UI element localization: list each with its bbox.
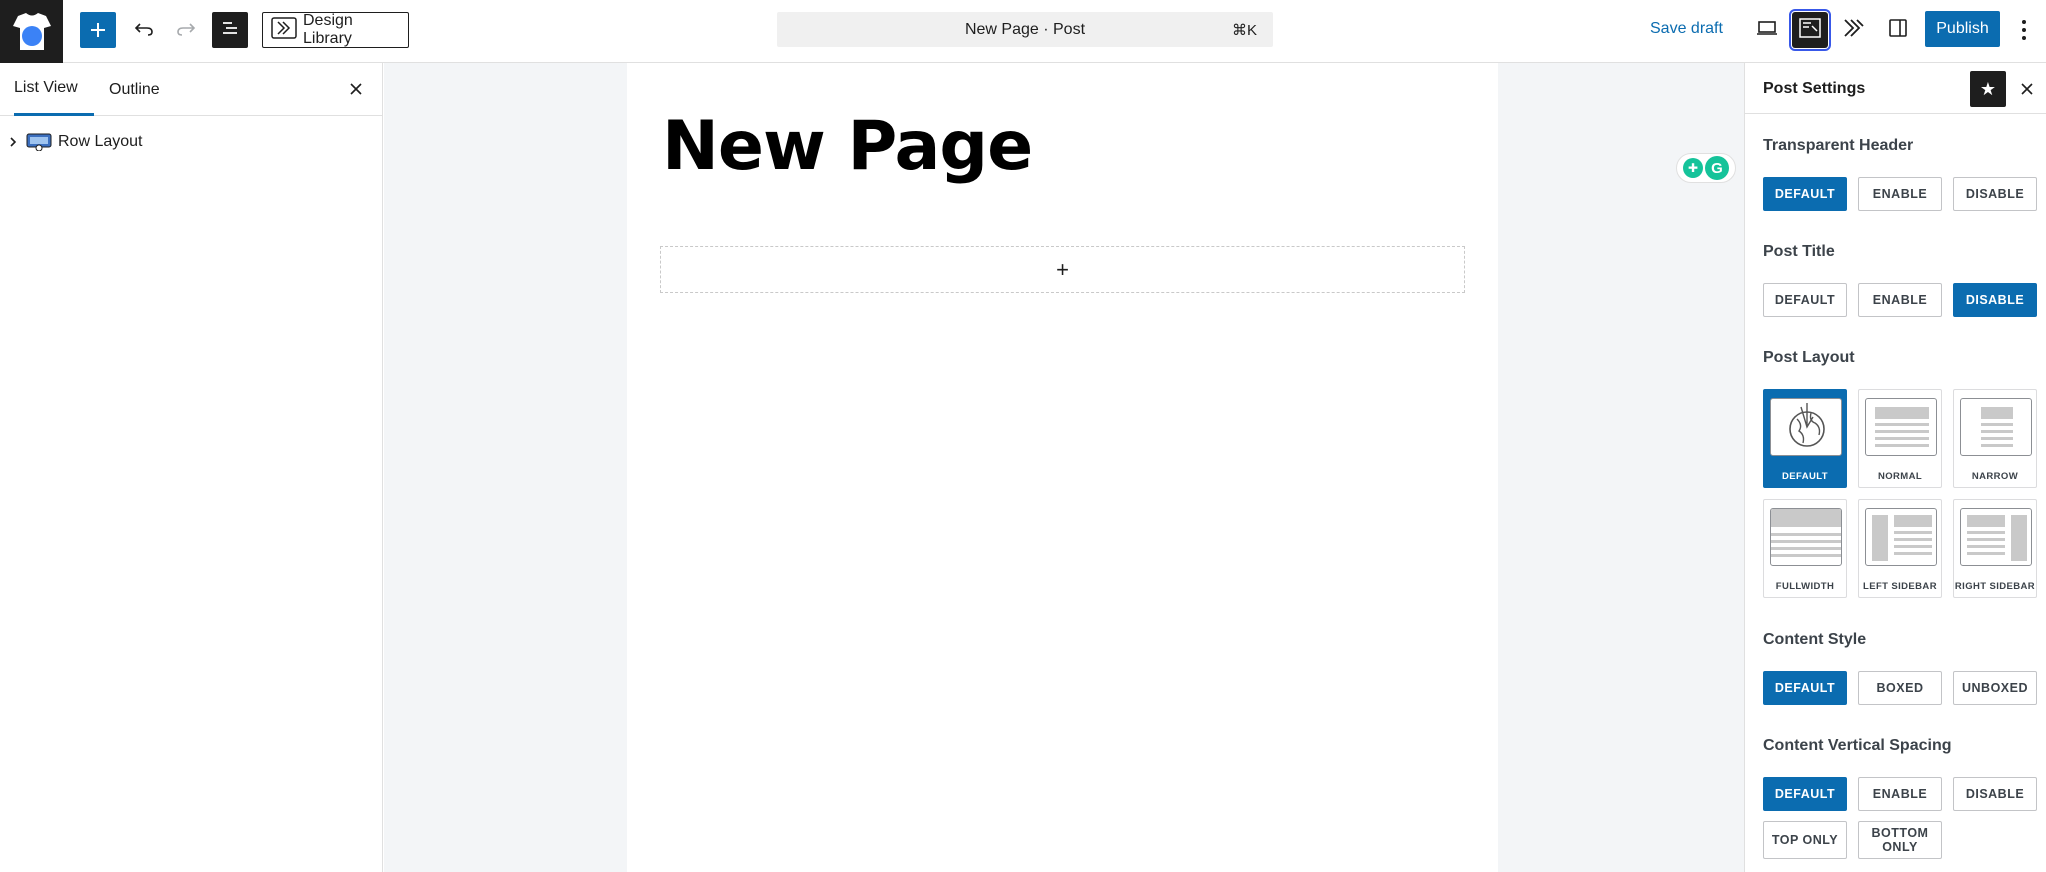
content-vertical-spacing-label: Content Vertical Spacing xyxy=(1763,737,1952,754)
document-title: New Page · Post xyxy=(964,20,1086,38)
kadence-blocks-button[interactable] xyxy=(1836,12,1872,48)
list-item[interactable]: Row Layout xyxy=(0,126,383,158)
sidebar-header: Post Settings ★ xyxy=(1745,63,2046,114)
tshirt-logo-icon xyxy=(10,10,54,54)
grammarly-icon: G xyxy=(1705,156,1729,180)
spacing-default-button[interactable]: DEFAULT xyxy=(1763,777,1847,811)
desktop-preview-button[interactable] xyxy=(1749,12,1785,48)
fullwidth-layout-icon xyxy=(1770,508,1842,566)
redo-button[interactable] xyxy=(168,12,204,48)
redo-icon xyxy=(176,18,196,43)
editor-toolbar: Design Library New Page · Post ⌘K Save d… xyxy=(0,0,2046,63)
site-logo-button[interactable] xyxy=(0,0,63,63)
post-title-label: Post Title xyxy=(1763,243,1835,260)
close-icon xyxy=(349,76,363,102)
design-library-label: Design Library xyxy=(303,12,353,47)
chevron-right-icon[interactable] xyxy=(0,137,26,147)
content-style-default-button[interactable]: DEFAULT xyxy=(1763,671,1847,705)
post-title-disable-button[interactable]: DISABLE xyxy=(1953,283,2037,317)
plus-icon: + xyxy=(1056,256,1069,282)
left-sidebar-layout-icon xyxy=(1865,508,1937,566)
editor-canvas: New Page + xyxy=(384,63,1744,872)
post-layout-label: Post Layout xyxy=(1763,349,1855,366)
layout-option-right-sidebar[interactable]: RIGHT SIDEBAR xyxy=(1953,499,2037,598)
layout-option-label: DEFAULT xyxy=(1782,471,1828,482)
bulb-icon: ✚ xyxy=(1683,158,1703,178)
transparent-header-disable-button[interactable]: DISABLE xyxy=(1953,177,2037,211)
transparent-header-label: Transparent Header xyxy=(1763,137,1914,154)
publish-button[interactable]: Publish xyxy=(1925,11,2000,47)
layout-option-label: RIGHT SIDEBAR xyxy=(1954,581,2036,592)
close-sidebar-button[interactable] xyxy=(2015,77,2039,101)
sidebar-title: Post Settings xyxy=(1763,80,1866,97)
normal-layout-icon xyxy=(1865,398,1937,456)
content-style-boxed-button[interactable]: BOXED xyxy=(1858,671,1942,705)
narrow-layout-icon xyxy=(1960,398,2032,456)
layout-option-left-sidebar[interactable]: LEFT SIDEBAR xyxy=(1858,499,1942,598)
layout-option-default[interactable]: DEFAULT xyxy=(1763,389,1847,488)
spacing-enable-button[interactable]: ENABLE xyxy=(1858,777,1942,811)
post-settings-sidebar: Post Settings ★ Transparent Header DEFAU… xyxy=(1744,63,2046,872)
grammarly-widget[interactable]: ✚ G xyxy=(1676,153,1736,183)
sidebar-icon xyxy=(1888,18,1908,43)
spacing-bottom-only-button[interactable]: BOTTOM ONLY xyxy=(1858,821,1942,859)
row-layout-icon xyxy=(26,133,54,152)
post-title-enable-button[interactable]: ENABLE xyxy=(1858,283,1942,317)
spacing-disable-button[interactable]: DISABLE xyxy=(1953,777,2037,811)
layout-option-label: NORMAL xyxy=(1877,471,1923,482)
layout-option-narrow[interactable]: NARROW xyxy=(1953,389,2037,488)
settings-sidebar-button[interactable] xyxy=(1880,12,1916,48)
document-overview-button[interactable] xyxy=(212,12,248,48)
tab-list-view[interactable]: List View xyxy=(14,63,94,116)
close-icon xyxy=(2021,78,2033,101)
kadence-panel-icon xyxy=(1798,17,1822,44)
right-sidebar-layout-icon xyxy=(1960,508,2032,566)
command-palette-bar[interactable]: New Page · Post ⌘K xyxy=(777,12,1273,47)
globe-icon xyxy=(1770,398,1842,456)
layout-option-label: LEFT SIDEBAR xyxy=(1863,581,1937,592)
add-block-appender[interactable]: + xyxy=(660,246,1465,293)
list-view-icon xyxy=(220,18,240,43)
list-view-panel: List View Outline Row Layout xyxy=(0,63,383,872)
undo-button[interactable] xyxy=(126,12,162,48)
more-options-button[interactable] xyxy=(2014,14,2034,46)
command-shortcut: ⌘K xyxy=(1231,22,1257,39)
star-icon: ★ xyxy=(1979,78,1997,99)
pin-sidebar-button[interactable]: ★ xyxy=(1970,71,2006,107)
layout-option-label: NARROW xyxy=(1971,471,2019,482)
tab-outline[interactable]: Outline xyxy=(109,63,160,116)
kadence-settings-button[interactable] xyxy=(1789,9,1831,51)
kadence-k-icon xyxy=(1842,17,1866,44)
kadence-icon xyxy=(271,16,297,44)
transparent-header-enable-button[interactable]: ENABLE xyxy=(1858,177,1942,211)
transparent-header-default-button[interactable]: DEFAULT xyxy=(1763,177,1847,211)
panel-tabs: List View Outline xyxy=(0,63,382,116)
page-content-area: New Page + xyxy=(627,63,1498,872)
content-style-unboxed-button[interactable]: UNBOXED xyxy=(1953,671,2037,705)
block-inserter-button[interactable] xyxy=(80,12,116,48)
content-style-label: Content Style xyxy=(1763,631,1867,648)
save-draft-button[interactable]: Save draft xyxy=(1650,20,1723,38)
list-item-label: Row Layout xyxy=(58,133,143,150)
design-library-button[interactable]: Design Library xyxy=(262,12,409,48)
spacing-top-only-button[interactable]: TOP ONLY xyxy=(1763,821,1847,859)
layout-option-label: FULLWIDTH xyxy=(1775,581,1835,592)
undo-icon xyxy=(134,18,154,43)
post-title-default-button[interactable]: DEFAULT xyxy=(1763,283,1847,317)
page-title[interactable]: New Page xyxy=(662,107,1033,186)
layout-option-fullwidth[interactable]: FULLWIDTH xyxy=(1763,499,1847,598)
desktop-icon xyxy=(1756,19,1778,42)
close-panel-button[interactable] xyxy=(344,77,368,101)
layout-option-normal[interactable]: NORMAL xyxy=(1858,389,1942,488)
